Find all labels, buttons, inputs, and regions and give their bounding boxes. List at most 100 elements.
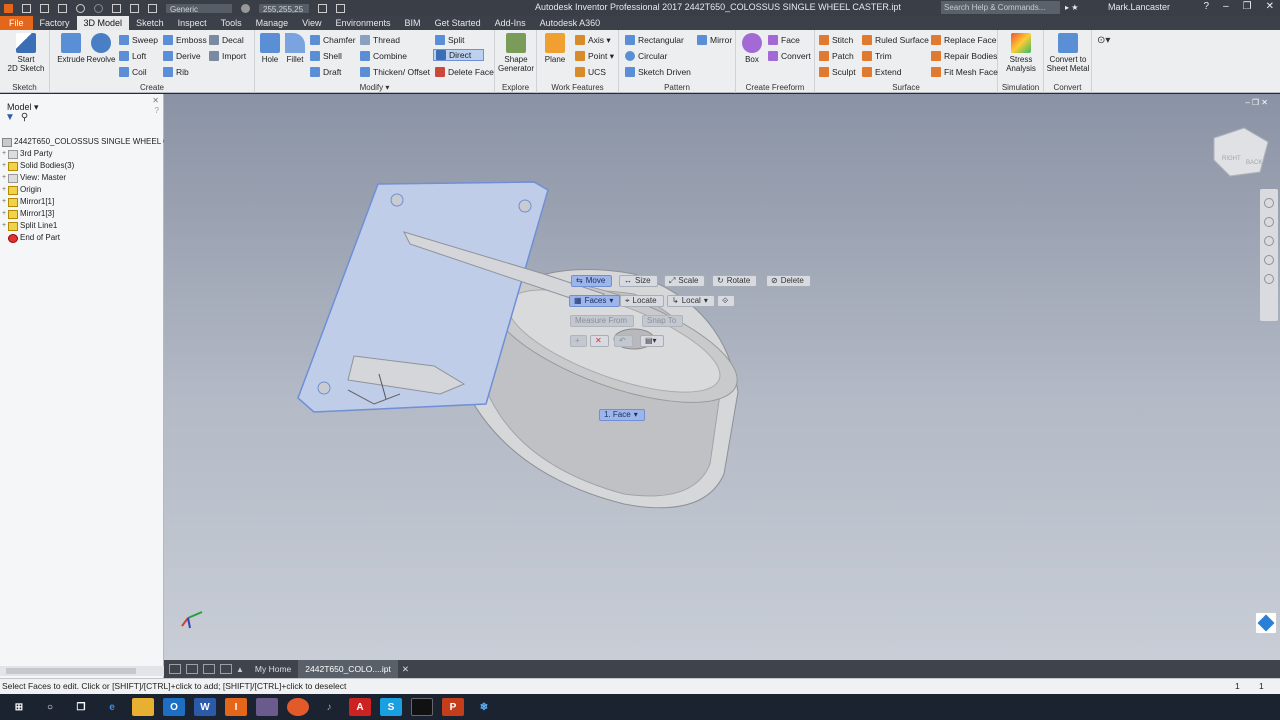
tab-factory[interactable]: Factory <box>33 16 77 30</box>
find-icon[interactable]: ⚲ <box>21 112 28 126</box>
tab-tools[interactable]: Tools <box>214 16 249 30</box>
decal-button[interactable]: Decal <box>209 34 244 46</box>
undo-step-button[interactable]: ↶ <box>614 335 633 347</box>
tab-inspect[interactable]: Inspect <box>171 16 214 30</box>
cortana-icon[interactable]: ○ <box>39 698 61 716</box>
size-button[interactable]: ↔ Size <box>619 275 658 287</box>
triad-only-button[interactable]: ⟐ <box>717 295 736 307</box>
powerpoint-icon[interactable]: P <box>442 698 464 716</box>
close-icon[interactable]: ✕ <box>1266 1 1274 12</box>
zoom-icon[interactable] <box>1264 236 1274 246</box>
clear-icon[interactable] <box>318 3 327 13</box>
tab-3d-model[interactable]: 3D Model <box>76 16 130 30</box>
acrobat-icon[interactable]: A <box>349 698 371 716</box>
snap-to-button[interactable]: Snap To <box>642 315 684 327</box>
patch-button[interactable]: Patch <box>819 50 854 62</box>
tab-get-started[interactable]: Get Started <box>428 16 488 30</box>
grid-icon[interactable] <box>186 664 198 674</box>
snowflake-icon[interactable]: ❄ <box>473 698 495 716</box>
tree-item-view-master[interactable]: + View: Master <box>0 172 164 184</box>
face-selector[interactable]: 1. Face ▾ <box>599 409 645 421</box>
panel-title-modify[interactable]: Modify ▾ <box>255 83 494 92</box>
hole-button[interactable]: Hole <box>257 33 283 64</box>
terminal-icon[interactable] <box>411 698 433 716</box>
filter-icon[interactable]: ▼ <box>5 112 15 126</box>
start-icon[interactable]: ⊞ <box>8 698 30 716</box>
tab-manage[interactable]: Manage <box>249 16 296 30</box>
ribbon-options-icon[interactable]: ⊙▾ <box>1097 35 1110 46</box>
arrange-icon[interactable] <box>220 664 232 674</box>
color-combo[interactable]: 255,255,25 <box>259 3 309 14</box>
extend-button[interactable]: Extend <box>862 66 901 78</box>
tab-bim[interactable]: BIM <box>398 16 428 30</box>
app-menu-icon[interactable] <box>4 3 13 13</box>
expand-icon[interactable]: + <box>0 208 8 220</box>
view-cube-back-label[interactable]: BACK <box>1246 160 1262 166</box>
repair-bodies-button[interactable]: Repair Bodies <box>931 50 997 62</box>
restore-icon[interactable]: ❐ <box>1243 1 1252 12</box>
minimize-icon[interactable]: – <box>1223 1 1229 12</box>
revolve-button[interactable]: Revolve <box>86 33 116 64</box>
explorer-icon[interactable] <box>132 698 154 716</box>
shell-button[interactable]: Shell <box>310 50 342 62</box>
local-dropdown[interactable]: ↳ Local ▾ <box>667 295 715 307</box>
fillet-button[interactable]: Fillet <box>282 33 308 64</box>
tree-item-mirror1-3[interactable]: + Mirror1[3] <box>0 208 164 220</box>
coil-button[interactable]: Coil <box>119 66 147 78</box>
rectangular-pattern-button[interactable]: Rectangular <box>625 34 684 46</box>
stress-analysis-button[interactable]: Stress Analysis <box>1000 33 1042 73</box>
caster-model[interactable]: RIGHT BACK <box>164 94 1280 660</box>
freeform-convert-button[interactable]: Convert <box>768 50 811 62</box>
tab-my-home[interactable]: My Home <box>248 660 298 678</box>
user-name[interactable]: Mark.Lancaster <box>1108 2 1170 12</box>
axis-button[interactable]: Axis ▾ <box>575 34 611 46</box>
tab-view[interactable]: View <box>295 16 328 30</box>
ruled-surface-button[interactable]: Ruled Surface <box>862 34 929 46</box>
cancel-button[interactable]: ✕ <box>590 335 609 347</box>
shape-generator-button[interactable]: Shape Generator <box>496 33 536 73</box>
share-view-icon[interactable] <box>1255 612 1277 634</box>
help-icon[interactable]: ? <box>1204 1 1210 12</box>
tile-icon[interactable] <box>169 664 181 674</box>
replace-face-button[interactable]: Replace Face <box>931 34 996 46</box>
trim-button[interactable]: Trim <box>862 50 892 62</box>
tab-document[interactable]: 2442T650_COLO....ipt <box>298 660 398 678</box>
tab-file[interactable]: File <box>0 16 33 30</box>
steering-wheel-icon[interactable] <box>1264 198 1274 208</box>
tree-item-origin[interactable]: + Origin <box>0 184 164 196</box>
browser-help-icon[interactable]: ? <box>155 106 159 115</box>
update-icon[interactable] <box>148 3 157 13</box>
direct-button[interactable]: Direct <box>433 49 485 61</box>
delete-button[interactable]: ⊘ Delete <box>766 275 811 287</box>
expand-icon[interactable]: + <box>0 184 8 196</box>
move-button[interactable]: ⇆ Move <box>571 275 613 287</box>
sketch-driven-pattern-button[interactable]: Sketch Driven <box>625 66 691 78</box>
save-icon[interactable] <box>58 3 67 13</box>
scroll-thumb[interactable] <box>6 668 136 674</box>
combine-button[interactable]: Combine <box>360 50 407 62</box>
redo-icon[interactable] <box>94 3 103 13</box>
browser-close-icon[interactable]: ✕ <box>152 96 159 105</box>
tree-item-3rd-party[interactable]: +3rd Party <box>0 148 164 160</box>
rib-button[interactable]: Rib <box>163 66 189 78</box>
stitch-button[interactable]: Stitch <box>819 34 853 46</box>
tab-environments[interactable]: Environments <box>329 16 398 30</box>
tab-sketch[interactable]: Sketch <box>129 16 171 30</box>
new-icon[interactable] <box>22 3 31 13</box>
options-dropdown[interactable]: ▤▾ <box>640 335 664 347</box>
viewport-window-controls[interactable]: – ❐ ✕ <box>1245 98 1268 107</box>
tab-add-ins[interactable]: Add-Ins <box>488 16 533 30</box>
box-button[interactable]: Box <box>740 33 764 64</box>
mirror-button[interactable]: Mirror <box>697 34 732 46</box>
scale-button[interactable]: ⤢ Scale <box>664 275 706 287</box>
tree-item-mirror1-1[interactable]: + Mirror1[1] <box>0 196 164 208</box>
thicken-offset-button[interactable]: Thicken/ Offset <box>360 66 430 78</box>
rotate-button[interactable]: ↻ Rotate <box>712 275 758 287</box>
sweep-button[interactable]: Sweep <box>119 34 158 46</box>
circular-pattern-button[interactable]: Circular <box>625 50 667 62</box>
help-search-input[interactable]: Search Help & Commands... <box>941 1 1060 14</box>
emboss-button[interactable]: Emboss <box>163 34 207 46</box>
cascade-icon[interactable] <box>203 664 215 674</box>
thread-button[interactable]: Thread <box>360 34 400 46</box>
home-icon[interactable] <box>112 3 121 13</box>
